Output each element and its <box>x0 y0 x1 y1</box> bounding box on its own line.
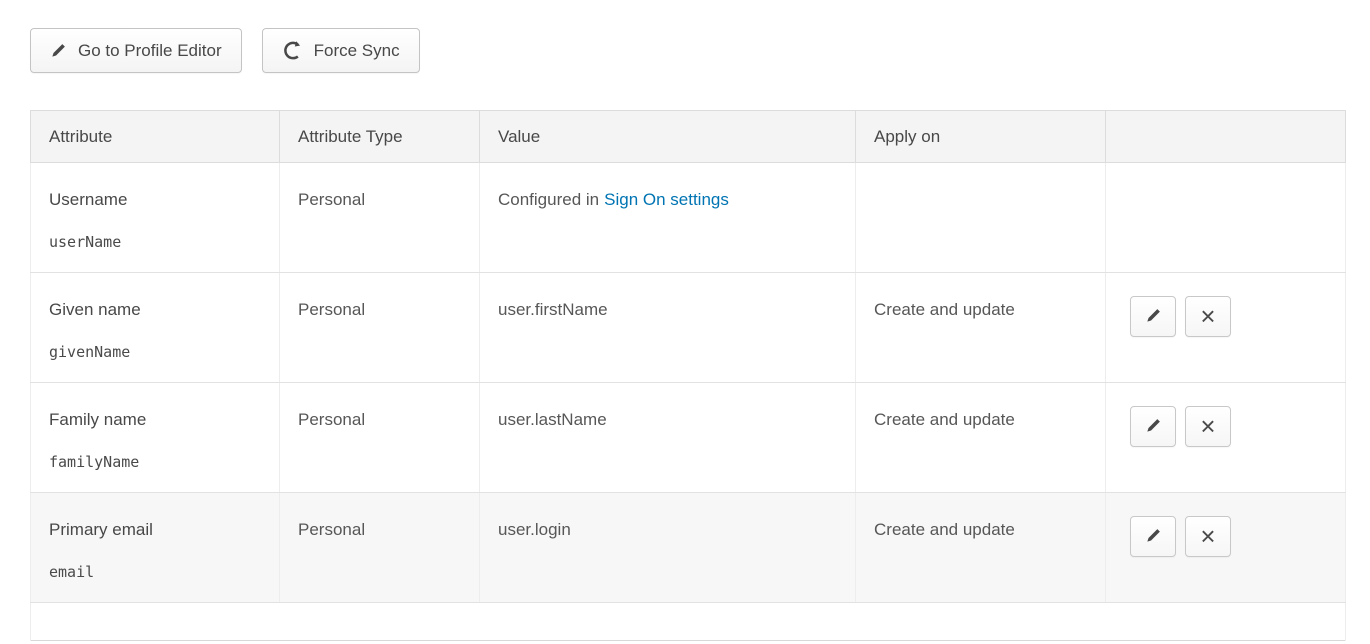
close-icon: × <box>1200 413 1215 439</box>
column-header-apply-on: Apply on <box>856 111 1106 163</box>
close-icon: × <box>1200 523 1215 549</box>
pencil-icon <box>1145 527 1162 547</box>
force-sync-button[interactable]: Force Sync <box>262 28 420 73</box>
attribute-variable: familyName <box>49 453 261 471</box>
attribute-type: Personal <box>280 383 480 493</box>
pencil-icon <box>1145 417 1162 437</box>
apply-on: Create and update <box>856 493 1106 603</box>
sign-on-settings-link[interactable]: Sign On settings <box>604 190 729 209</box>
remove-mapping-button[interactable]: × <box>1185 406 1231 447</box>
edit-mapping-button[interactable] <box>1130 516 1176 557</box>
remove-mapping-button[interactable]: × <box>1185 516 1231 557</box>
attribute-mappings-table: Attribute Attribute Type Value Apply on … <box>30 110 1346 641</box>
attribute-type: Personal <box>280 163 480 273</box>
attribute-label: Primary email <box>49 520 261 540</box>
row-actions: × <box>1124 296 1327 337</box>
mapping-value: user.login <box>480 493 856 603</box>
edit-mapping-button[interactable] <box>1130 296 1176 337</box>
attribute-label: Family name <box>49 410 261 430</box>
table-row-empty <box>31 603 1346 641</box>
attribute-type: Personal <box>280 273 480 383</box>
table-row-username: Username userName Personal Configured in… <box>31 163 1346 273</box>
row-actions: × <box>1124 516 1327 557</box>
mapping-value: user.firstName <box>480 273 856 383</box>
attribute-label: Given name <box>49 300 261 320</box>
attribute-variable: givenName <box>49 343 261 361</box>
remove-mapping-button[interactable]: × <box>1185 296 1231 337</box>
attribute-variable: email <box>49 563 261 581</box>
sync-icon <box>282 40 303 61</box>
value-text: Configured in <box>498 190 599 209</box>
apply-on: Create and update <box>856 383 1106 493</box>
attribute-mappings-page: Go to Profile Editor Force Sync Attribut… <box>0 0 1370 641</box>
pencil-icon <box>50 42 67 59</box>
apply-on: Create and update <box>856 273 1106 383</box>
go-to-profile-editor-label: Go to Profile Editor <box>78 41 222 61</box>
column-header-actions <box>1106 111 1346 163</box>
attribute-label: Username <box>49 190 261 210</box>
toolbar: Go to Profile Editor Force Sync <box>30 28 1345 73</box>
table-row-given-name: Given name givenName Personal user.first… <box>31 273 1346 383</box>
pencil-icon <box>1145 307 1162 327</box>
column-header-value: Value <box>480 111 856 163</box>
column-header-attribute: Attribute <box>31 111 280 163</box>
attribute-type: Personal <box>280 493 480 603</box>
force-sync-label: Force Sync <box>314 41 400 61</box>
apply-on <box>856 163 1106 273</box>
table-row-family-name: Family name familyName Personal user.las… <box>31 383 1346 493</box>
row-actions: × <box>1124 406 1327 447</box>
table-row-primary-email: Primary email email Personal user.login … <box>31 493 1346 603</box>
close-icon: × <box>1200 303 1215 329</box>
column-header-attribute-type: Attribute Type <box>280 111 480 163</box>
edit-mapping-button[interactable] <box>1130 406 1176 447</box>
attribute-variable: userName <box>49 233 261 251</box>
go-to-profile-editor-button[interactable]: Go to Profile Editor <box>30 28 242 73</box>
table-header-row: Attribute Attribute Type Value Apply on <box>31 111 1346 163</box>
mapping-value: user.lastName <box>480 383 856 493</box>
